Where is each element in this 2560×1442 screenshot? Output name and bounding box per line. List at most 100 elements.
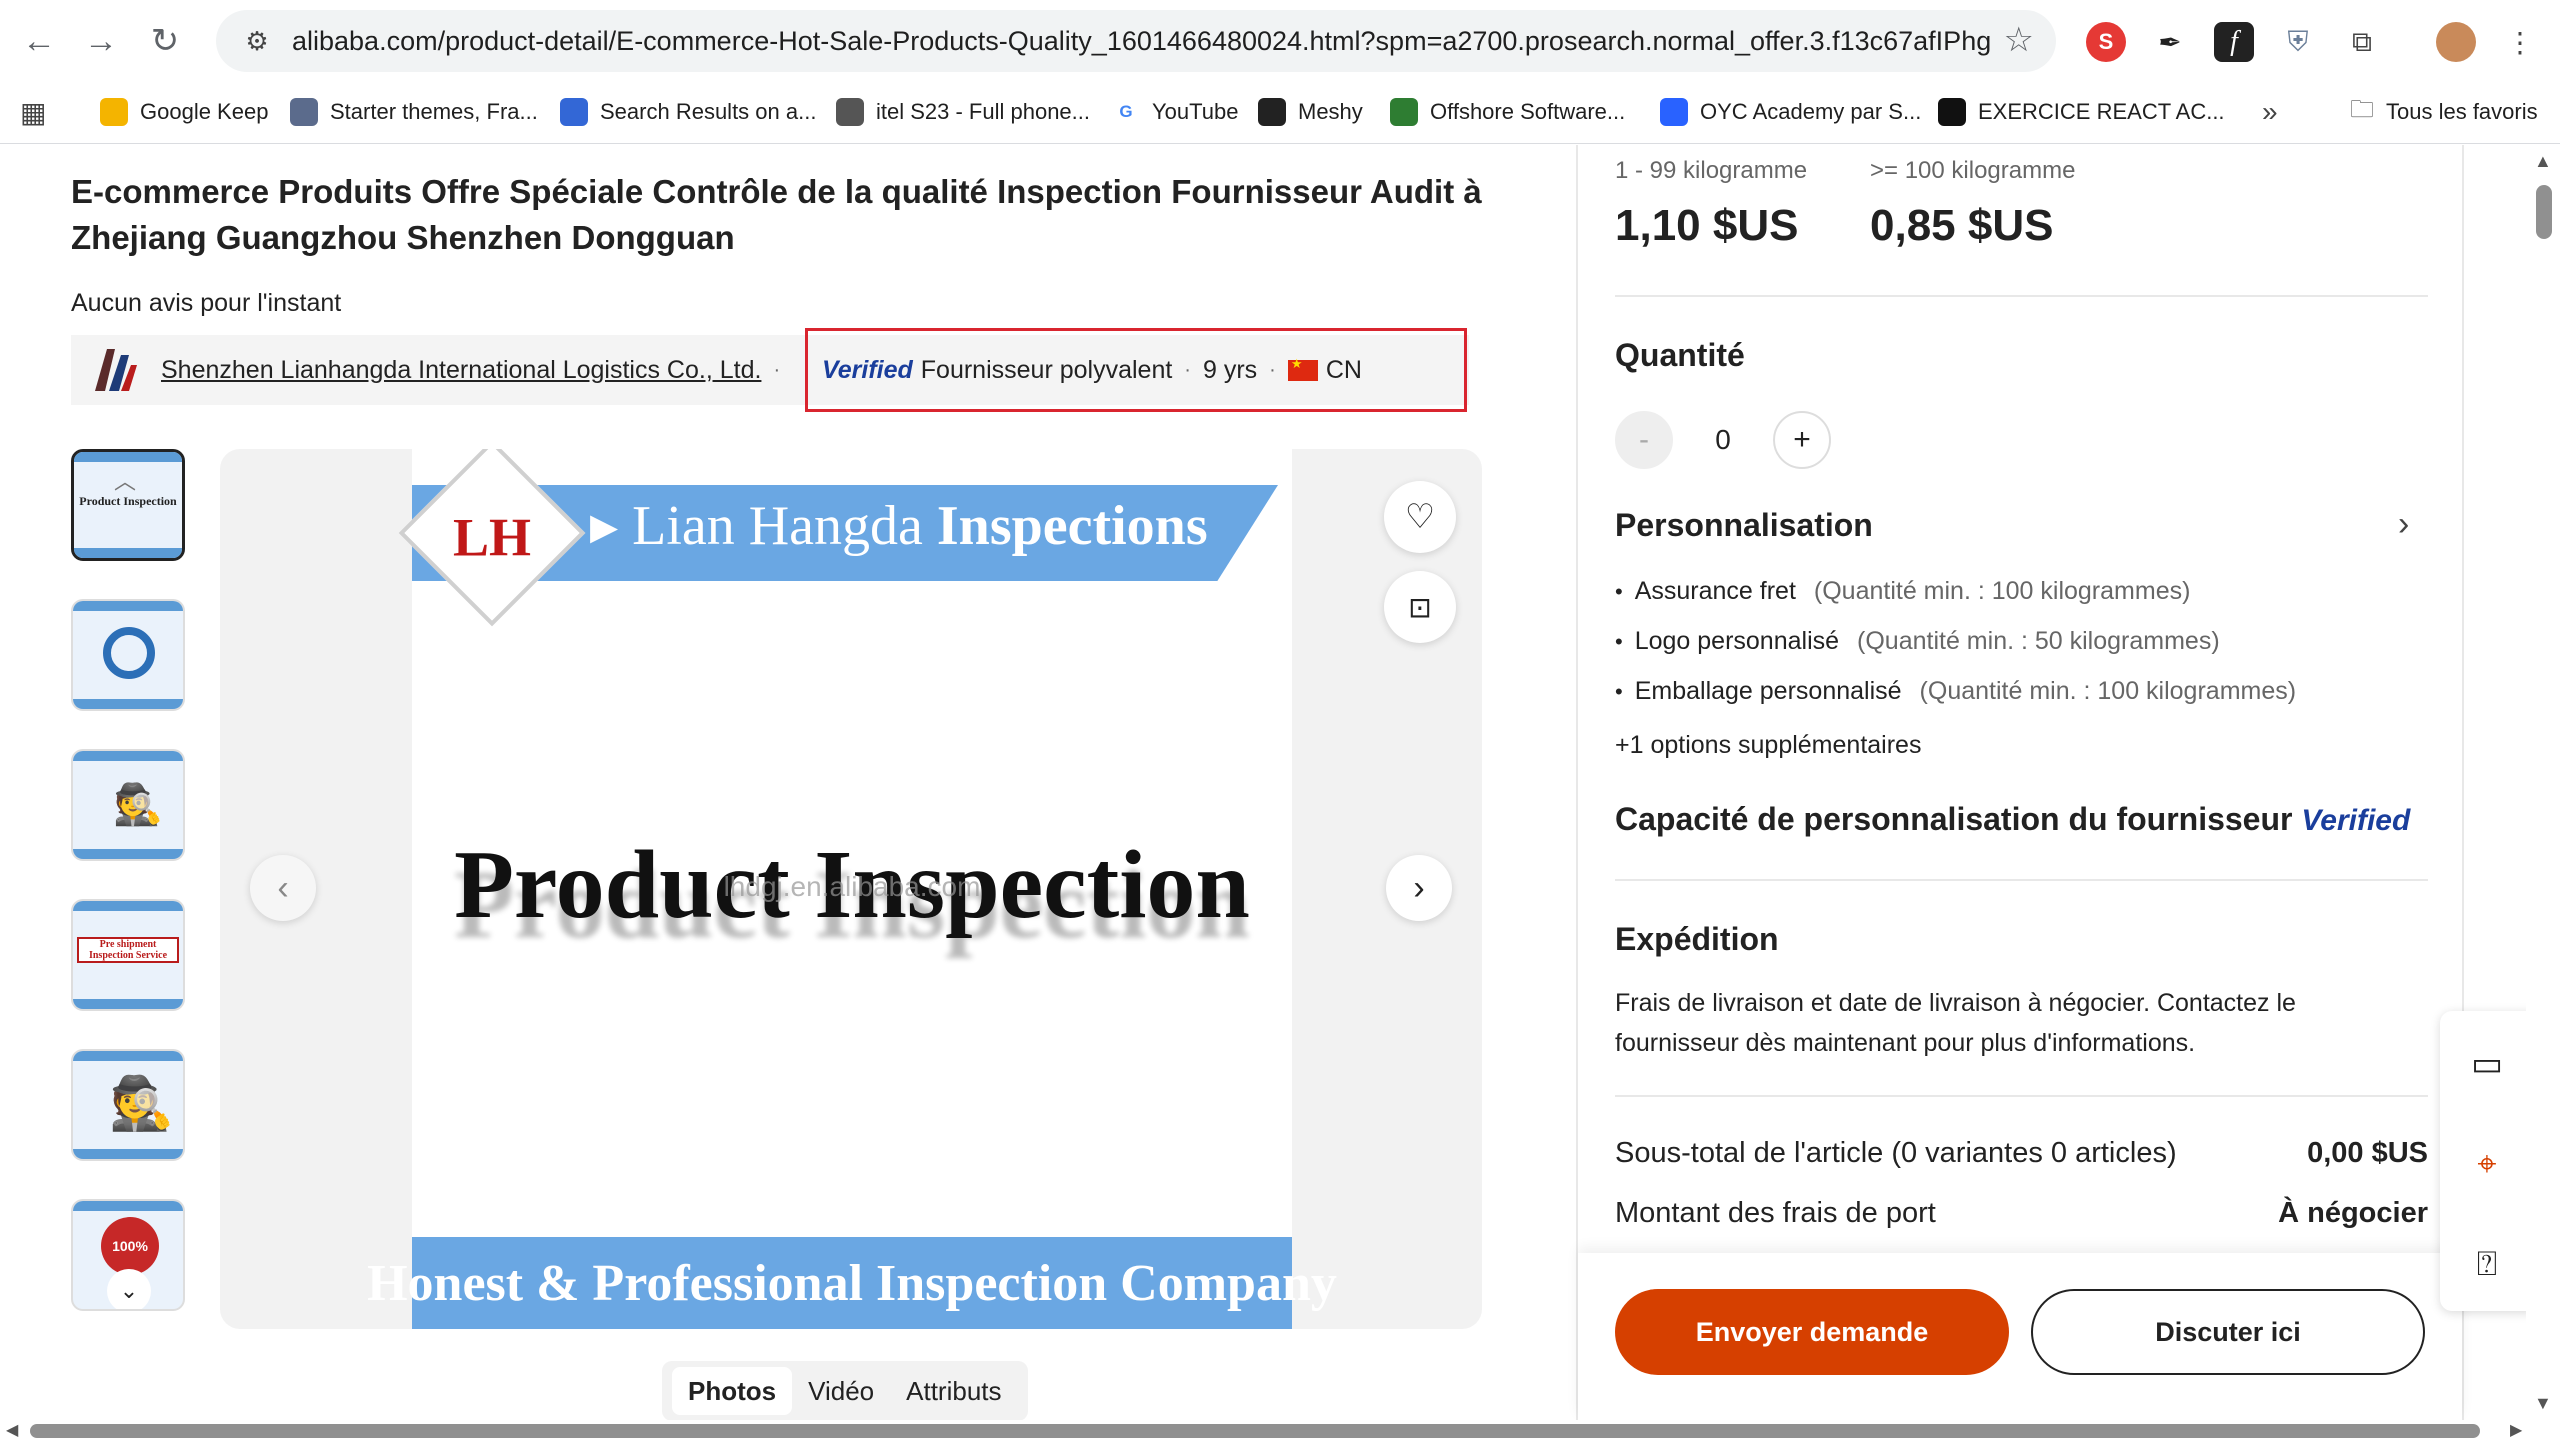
separator: · (1269, 358, 1276, 381)
quantity-heading: Quantité (1615, 337, 1745, 373)
thumbnail-1[interactable]: Product Inspection ︿ (71, 449, 185, 561)
option-name: Emballage personnalisé (1634, 677, 1902, 705)
tab-photos[interactable]: Photos (672, 1367, 793, 1415)
option-name: Assurance fret (1634, 577, 1796, 605)
keep-icon (100, 98, 128, 126)
url-text[interactable]: alibaba.com/product-detail/E-commerce-Ho… (292, 26, 1992, 57)
thumbnail-label: Pre shipment Inspection Service (77, 937, 179, 963)
bookmark-label: Offshore Software... (1430, 99, 1626, 124)
separator: · (1184, 358, 1191, 381)
image-watermark: lhdgj.en.alibaba.com (723, 871, 981, 902)
scroll-left-icon[interactable]: ◀ (6, 1420, 18, 1440)
offshore-icon (1390, 98, 1418, 126)
more-bookmarks-icon[interactable]: » (2262, 90, 2278, 134)
profile-avatar[interactable] (2436, 22, 2476, 62)
quantity-minus-button[interactable]: - (1615, 411, 1673, 469)
oyc-icon (1660, 98, 1688, 126)
main-product-image[interactable]: LH ▸ Lian Hangda Inspections Product Ins… (367, 449, 1337, 1329)
address-bar[interactable]: ⚙ alibaba.com/product-detail/E-commerce-… (216, 10, 2056, 72)
thumbnail-2[interactable] (71, 599, 185, 711)
banner-word: Inspections (936, 495, 1208, 557)
extension-shield-icon[interactable]: ⛨ (2278, 22, 2318, 62)
reload-icon[interactable]: ↻ (144, 20, 186, 62)
heart-icon[interactable]: ♡ (1384, 481, 1456, 553)
option-min: (Quantité min. : 100 kilogrammes) (1919, 677, 2297, 705)
image-bottom-banner: Honest & Professional Inspection Company (367, 1237, 1337, 1329)
bookmark-item[interactable]: Meshy (1258, 90, 1363, 134)
shipping-text: Frais de livraison et date de livraison … (1615, 989, 2296, 1057)
china-flag-icon (1287, 356, 1318, 381)
supplier-name-link[interactable]: Shenzhen Lianhangda International Logist… (161, 356, 761, 385)
horizontal-scrollbar[interactable]: ◀ ▶ (0, 1420, 2560, 1442)
image-banner-title: ▸ Lian Hangda Inspections (590, 495, 1208, 557)
bullet-icon: • (1615, 628, 1623, 654)
extensions-puzzle-icon[interactable]: ⧉ (2342, 22, 2382, 62)
chevron-up-icon[interactable]: ︿ (114, 464, 136, 496)
menu-kebab-icon[interactable]: ⋮ (2500, 22, 2540, 62)
extension-pen-icon[interactable]: ✒ (2150, 22, 2190, 62)
bookmark-item[interactable]: Starter themes, Fra... (290, 90, 538, 134)
purchase-panel: 1 - 99 kilogramme 1,10 $US >= 100 kilogr… (1576, 145, 2464, 1420)
capacity-heading-text: Capacité de personnalisation du fourniss… (1615, 801, 2293, 837)
quantity-input[interactable]: 0 (1673, 424, 1773, 456)
bookmark-star-icon[interactable]: ☆ (2004, 20, 2034, 60)
product-gallery: LH ▸ Lian Hangda Inspections Product Ins… (220, 449, 1482, 1329)
thumbnail-5[interactable]: 🕵 (71, 1049, 185, 1161)
chat-button[interactable]: Discuter ici (2031, 1289, 2425, 1375)
site-info-icon[interactable]: ⚙ (232, 16, 282, 66)
quantity-plus-button[interactable]: + (1773, 411, 1831, 469)
bookmark-item[interactable]: Search Results on a... (560, 90, 816, 134)
option-min: (Quantité min. : 50 kilogrammes) (1857, 627, 2220, 655)
image-search-icon[interactable]: ⊡ (1384, 571, 1456, 643)
extension-fx-icon[interactable]: f (2214, 22, 2254, 62)
divider (1615, 1095, 2428, 1097)
extension-red-icon[interactable]: S (2086, 22, 2126, 62)
tab-attributes[interactable]: Attributs (890, 1367, 1017, 1415)
globe-icon (290, 98, 318, 126)
thumbnail-6[interactable]: 100% ⌄ (71, 1199, 185, 1311)
scrollbar-thumb[interactable] (2536, 185, 2552, 239)
reviews-text: Aucun avis pour l'instant (71, 289, 342, 317)
bookmark-label: Meshy (1298, 99, 1363, 124)
capacity-heading: Capacité de personnalisation du fourniss… (1615, 801, 2418, 838)
thumbnail-3[interactable]: 🕵 (71, 749, 185, 861)
price-tier-2-range: >= 100 kilogramme (1870, 157, 2076, 184)
chevron-down-icon[interactable]: ⌄ (107, 1269, 151, 1309)
lianhangda-logo: LH (398, 449, 586, 627)
verified-supplier-highlight: Verified Fournisseur polyvalent · 9 yrs … (805, 328, 1467, 412)
scroll-up-icon[interactable]: ▲ (2534, 151, 2552, 172)
vertical-scrollbar[interactable]: ▲ ▼ (2526, 145, 2560, 1420)
message-icon[interactable]: ▭ (2460, 1037, 2514, 1091)
divider (1615, 295, 2428, 297)
quantity-stepper: - 0 + (1615, 411, 1831, 469)
apps-grid-icon[interactable]: ▦ (20, 90, 46, 134)
bookmark-item[interactable]: OYC Academy par S... (1660, 90, 1921, 134)
thumbnail-4[interactable]: Pre shipment Inspection Service (71, 899, 185, 1011)
help-icon[interactable]: ⍰ (2460, 1237, 2514, 1291)
bookmark-item[interactable]: itel S23 - Full phone... (836, 90, 1090, 134)
scroll-right-icon[interactable]: ▶ (2510, 1420, 2522, 1440)
forward-icon[interactable]: → (80, 20, 122, 62)
supplier-years: 9 yrs (1202, 355, 1258, 384)
floating-toolbar: ▭ ⌖ ⍰ (2440, 1011, 2534, 1311)
scroll-down-icon[interactable]: ▼ (2534, 1393, 2552, 1414)
more-options-link[interactable]: +1 options supplémentaires (1615, 731, 1921, 760)
bookmark-item[interactable]: G YouTube (1112, 90, 1238, 134)
bookmark-item[interactable]: EXERCICE REACT AC... (1938, 90, 2225, 134)
ai-scan-icon[interactable]: ⌖ (2460, 1137, 2514, 1191)
folder-icon: 🗀 (2350, 95, 2374, 123)
media-tabs: Photos Vidéo Attributs (662, 1361, 1028, 1420)
prev-image-chevron-icon[interactable]: ‹ (250, 855, 316, 921)
bookmark-label: OYC Academy par S... (1700, 99, 1922, 124)
customization-heading[interactable]: Personnalisation (1615, 507, 1873, 544)
bookmark-item[interactable]: Offshore Software... (1390, 90, 1625, 134)
all-bookmarks[interactable]: 🗀 Tous les favoris (2350, 90, 2538, 134)
back-icon[interactable]: ← (18, 20, 60, 62)
tab-video[interactable]: Vidéo (792, 1367, 890, 1415)
bookmark-item[interactable]: Google Keep (100, 90, 268, 134)
scrollbar-thumb[interactable] (30, 1424, 2480, 1438)
chevron-right-icon[interactable]: › (2398, 505, 2409, 544)
detective-icon: 🕵 (109, 1075, 174, 1133)
send-inquiry-button[interactable]: Envoyer demande (1615, 1289, 2009, 1375)
next-image-chevron-icon[interactable]: › (1386, 855, 1452, 921)
